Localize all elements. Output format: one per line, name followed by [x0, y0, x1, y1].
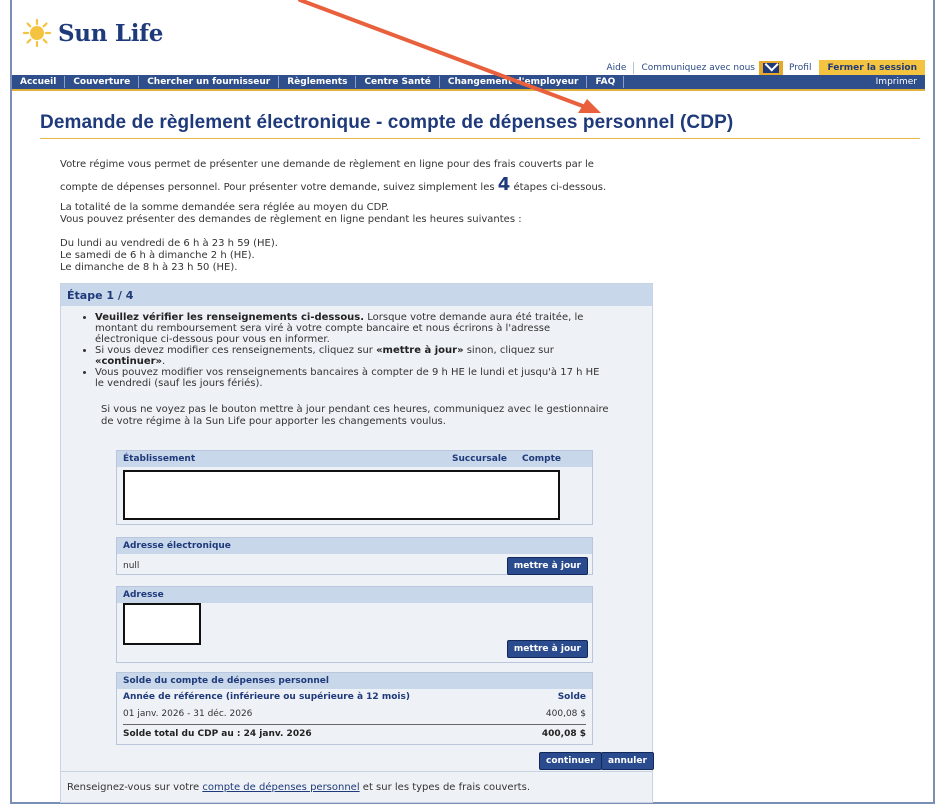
instruction-item: Vous pouvez modifier vos renseignements …	[95, 367, 645, 389]
period-balance: 400,08 $	[545, 709, 586, 719]
balance-title: Solde du compte de dépenses personnel	[117, 673, 592, 689]
instruction-item: Si vous devez modifier ces renseignement…	[95, 345, 645, 367]
instructions-list: Veuillez vérifier les renseignements ci-…	[85, 312, 645, 389]
redacted-address	[123, 603, 201, 645]
nav-item-claims[interactable]: Règlements	[279, 76, 357, 88]
footer-info: Renseignez-vous sur votre compte de dépe…	[67, 782, 530, 793]
intro-line-2-pre: compte de dépenses personnel. Pour prése…	[60, 182, 498, 193]
instruction-text: électronique ci-dessous pour vous en inf…	[95, 334, 330, 345]
help-link[interactable]: Aide	[607, 63, 627, 73]
payment-note: La totalité de la somme demandée sera ré…	[60, 202, 522, 226]
address-header: Adresse	[117, 587, 592, 603]
brand-name: Sun Life	[58, 19, 164, 47]
continue-keyword: «continuer»	[95, 356, 162, 367]
balance-panel: Solde du compte de dépenses personnel An…	[116, 672, 593, 745]
total-row: Solde total du CDP au : 24 janv. 2026 40…	[123, 729, 586, 739]
hours-sunday: Le dimanche de 8 h à 23 h 50 (HE).	[60, 262, 238, 273]
contact-admin-note: Si vous ne voyez pas le bouton mettre à …	[101, 404, 646, 428]
contact-link[interactable]: Communiquez avec nous	[641, 63, 755, 73]
reference-period: 01 janv. 2026 - 31 déc. 2026	[123, 709, 253, 719]
logout-button[interactable]: Fermer la session	[819, 60, 925, 76]
note-line-a: Si vous ne voyez pas le bouton mettre à …	[101, 404, 609, 415]
mail-icon[interactable]	[759, 61, 784, 75]
nav-item-find-provider[interactable]: Chercher un fournisseur	[139, 76, 280, 88]
redacted-bank-details	[123, 470, 560, 520]
address-panel: Adresse mettre à jour	[116, 586, 593, 663]
instruction-text: Si vous devez modifier ces renseignement…	[95, 345, 377, 356]
bank-header: Établissement Succursale Compte	[117, 451, 592, 467]
nav-item-home[interactable]: Accueil	[12, 76, 66, 88]
bank-info-panel: Établissement Succursale Compte	[116, 450, 593, 525]
main-nav: Accueil Couverture Chercher un fournisse…	[12, 75, 925, 91]
branch-header: Succursale	[452, 454, 508, 464]
divider	[633, 62, 635, 74]
instruction-text: Vous pouvez modifier vos renseignements …	[95, 367, 600, 378]
email-header: Adresse électronique	[117, 538, 592, 554]
page-title: Demande de règlement électronique - comp…	[40, 112, 734, 133]
instruction-text: Lorsque votre demande aura été traitée, …	[364, 312, 584, 323]
update-keyword: «mettre à jour»	[376, 345, 464, 356]
update-address-button[interactable]: mettre à jour	[506, 640, 588, 658]
instruction-text: .	[162, 356, 166, 367]
verify-heading: Veuillez vérifier les renseignements ci-…	[95, 312, 365, 323]
balance-header: Solde	[557, 692, 586, 702]
balance-columns: Année de référence (inférieure ou supéri…	[123, 692, 586, 702]
instruction-text: montant du remboursement sera viré à vot…	[95, 323, 551, 334]
total-label: Solde total du CDP au : 24 janv. 2026	[123, 729, 312, 739]
step-header: Étape 1 / 4	[61, 284, 652, 306]
step-panel: Étape 1 / 4 Veuillez vérifier les rensei…	[60, 283, 654, 803]
account-header: Compte	[522, 454, 562, 464]
intro-line-2: compte de dépenses personnel. Pour prése…	[60, 175, 680, 198]
payment-note-a: La totalité de la somme demandée sera ré…	[60, 202, 389, 213]
instruction-item: Veuillez vérifier les renseignements ci-…	[95, 312, 645, 345]
hours-list: Du lundi au vendredi de 6 h à 23 h 59 (H…	[60, 238, 278, 274]
update-email-button[interactable]: mettre à jour	[506, 557, 588, 575]
payment-note-b: Vous pouvez présenter des demandes de rè…	[60, 214, 522, 225]
intro-text: Votre régime vous permet de présenter un…	[60, 155, 680, 198]
email-value: null	[123, 561, 140, 571]
profile-link[interactable]: Profil	[789, 63, 811, 73]
instruction-text: sinon, cliquez sur	[463, 345, 554, 356]
continue-button[interactable]: continuer	[539, 752, 602, 770]
utility-bar: Aide Communiquez avec nous Profil Fermer…	[607, 60, 925, 76]
print-link[interactable]: Imprimer	[868, 76, 925, 88]
nav-item-coverage[interactable]: Couverture	[65, 76, 140, 88]
note-line-b: de votre régime à la Sun Life pour appor…	[101, 416, 446, 427]
total-amount: 400,08 $	[541, 729, 586, 739]
cancel-button[interactable]: annuler	[601, 752, 654, 770]
sun-life-logo[interactable]: Sun Life	[22, 18, 163, 48]
title-divider	[40, 138, 920, 139]
spending-account-link[interactable]: compte de dépenses personnel	[202, 782, 359, 793]
nav-item-faq[interactable]: FAQ	[587, 76, 625, 88]
nav-item-change-employer[interactable]: Changement d'employeur	[440, 76, 588, 88]
intro-line-1: Votre régime vous permet de présenter un…	[60, 159, 594, 170]
hours-weekday: Du lundi au vendredi de 6 h à 23 h 59 (H…	[60, 238, 278, 249]
intro-line-2-post: étapes ci-dessous.	[510, 182, 607, 193]
reference-year-header: Année de référence (inférieure ou supéri…	[123, 692, 410, 702]
steps-count: 4	[497, 174, 511, 195]
sun-logo-icon	[22, 18, 52, 48]
footer-post: et sur les types de frais couverts.	[359, 782, 530, 793]
hours-saturday: Le samedi de 6 h à dimanche 2 h (HE).	[60, 250, 255, 261]
footer-divider	[61, 771, 652, 772]
footer-pre: Renseignez-vous sur votre	[67, 782, 203, 793]
balance-row: 01 janv. 2026 - 31 déc. 2026 400,08 $	[123, 709, 586, 719]
email-panel: Adresse électronique null mettre à jour	[116, 537, 593, 575]
institution-header: Établissement	[123, 454, 196, 464]
instruction-text: le vendredi (sauf les jours fériés).	[95, 378, 263, 389]
nav-item-health-centre[interactable]: Centre Santé	[356, 76, 440, 88]
total-divider	[123, 724, 586, 725]
